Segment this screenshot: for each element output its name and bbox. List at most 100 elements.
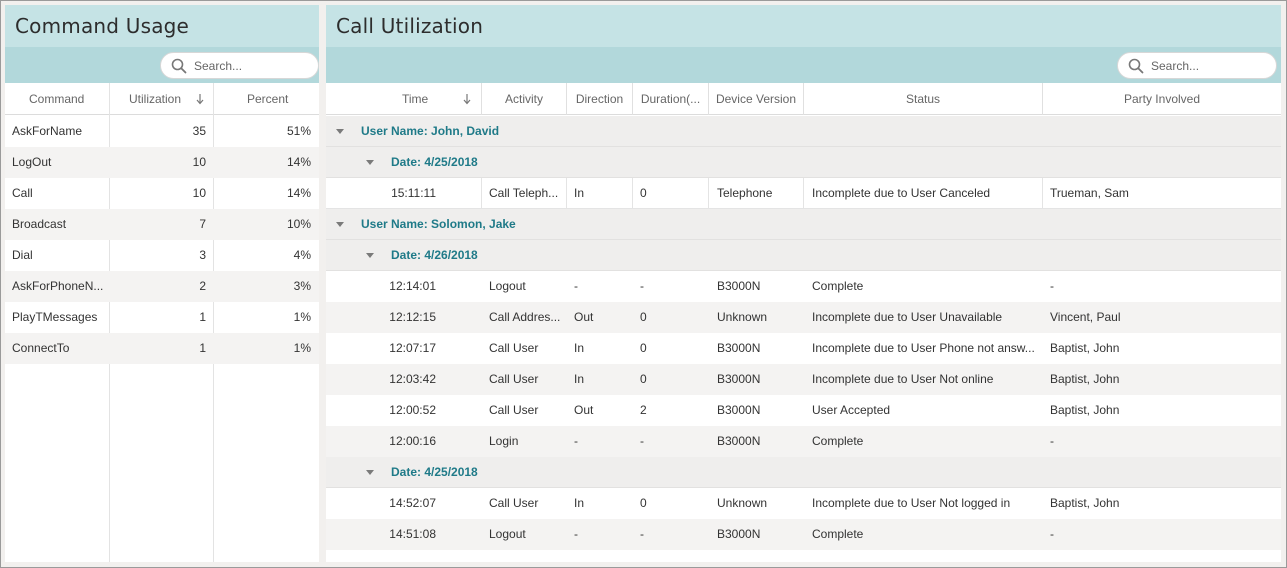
device-version-cell: B3000N bbox=[717, 527, 761, 541]
status-cell: Incomplete due to User Not online bbox=[812, 372, 994, 386]
call-utilization-search-input[interactable] bbox=[1151, 57, 1261, 75]
table-row[interactable]: AskForName 35 51% bbox=[5, 116, 319, 147]
table-row[interactable]: 14:52:07 Call User In 0 Unknown Incomplete du… bbox=[326, 488, 1281, 519]
command-cell: PlayTMessages bbox=[12, 310, 98, 324]
activity-cell: Login bbox=[489, 434, 519, 448]
column-header-command[interactable]: Command bbox=[29, 83, 84, 115]
duration-cell: 0 bbox=[640, 186, 647, 200]
table-row[interactable]: 15:11:11 Call Teleph... In 0 Telephone Incomp… bbox=[326, 178, 1281, 209]
direction-cell: - bbox=[574, 279, 578, 293]
percent-cell: 10% bbox=[286, 217, 311, 231]
time-cell: 15:11:11 bbox=[391, 186, 436, 200]
user-group-row[interactable]: User Name: John, David bbox=[326, 116, 1281, 147]
table-row[interactable]: 12:03:42 Call User In 0 B3000N Incomplete due… bbox=[326, 364, 1281, 395]
status-cell: Complete bbox=[812, 434, 864, 448]
party-involved-cell: Baptist, John bbox=[1050, 372, 1120, 386]
column-header-duration[interactable]: Duration(... bbox=[633, 83, 708, 115]
table-row[interactable]: 12:14:01 Logout - - B3000N Complete - bbox=[326, 271, 1281, 302]
utilization-cell: 10 bbox=[192, 155, 206, 169]
activity-cell: Call Addres... bbox=[489, 310, 561, 324]
command-cell: LogOut bbox=[12, 155, 52, 169]
sort-descending-icon[interactable] bbox=[462, 93, 472, 105]
collapse-caret-icon[interactable] bbox=[366, 470, 374, 475]
column-header-party-involved[interactable]: Party Involved bbox=[1043, 83, 1281, 115]
command-usage-panel: Command Usage Command Utilization Percen… bbox=[5, 5, 319, 562]
utilization-cell: 7 bbox=[199, 217, 206, 231]
time-cell: 12:12:15 bbox=[389, 310, 436, 324]
device-version-cell: B3000N bbox=[717, 403, 761, 417]
date-group-row-label: Date: 4/25/2018 bbox=[391, 465, 478, 479]
table-row[interactable]: PlayTMessages 1 1% bbox=[5, 302, 319, 333]
utilization-cell: 1 bbox=[199, 310, 206, 324]
column-header-activity[interactable]: Activity bbox=[482, 83, 566, 115]
device-version-cell: Unknown bbox=[717, 496, 768, 510]
duration-cell: 2 bbox=[640, 403, 647, 417]
table-row[interactable]: 12:00:52 Call User Out 2 B3000N User Accepted… bbox=[326, 395, 1281, 426]
table-row[interactable]: 14:51:08 Logout - - B3000N Complete - bbox=[326, 519, 1281, 550]
party-involved-cell: Baptist, John bbox=[1050, 341, 1120, 355]
command-usage-header: Command Utilization Percent bbox=[5, 83, 319, 115]
device-version-cell: B3000N bbox=[717, 341, 761, 355]
device-version-cell: B3000N bbox=[717, 279, 761, 293]
percent-cell: 4% bbox=[293, 248, 311, 262]
column-header-status[interactable]: Status bbox=[804, 83, 1042, 115]
call-utilization-search-box[interactable] bbox=[1117, 52, 1277, 79]
date-group-row[interactable]: Date: 4/25/2018 bbox=[326, 457, 1281, 488]
activity-cell: Call User bbox=[489, 496, 539, 510]
search-icon bbox=[1128, 58, 1144, 74]
column-header-device-version[interactable]: Device Version bbox=[709, 83, 803, 115]
collapse-caret-icon[interactable] bbox=[336, 222, 344, 227]
direction-cell: In bbox=[574, 186, 585, 200]
direction-cell: In bbox=[574, 372, 585, 386]
party-involved-cell: - bbox=[1050, 527, 1054, 541]
status-cell: Complete bbox=[812, 527, 864, 541]
sort-descending-icon[interactable] bbox=[195, 93, 205, 105]
collapse-caret-icon[interactable] bbox=[366, 253, 374, 258]
table-row[interactable]: 12:07:17 Call User In 0 B3000N Incomplete due… bbox=[326, 333, 1281, 364]
direction-cell: Out bbox=[574, 310, 594, 324]
date-group-row-label: Date: 4/25/2018 bbox=[391, 155, 478, 169]
table-row[interactable]: Dial 3 4% bbox=[5, 240, 319, 271]
table-row[interactable]: Call 10 14% bbox=[5, 178, 319, 209]
percent-cell: 14% bbox=[286, 186, 311, 200]
status-cell: Incomplete due to User Phone not answ... bbox=[812, 341, 1035, 355]
party-involved-cell: - bbox=[1050, 279, 1054, 293]
party-involved-cell: Baptist, John bbox=[1050, 403, 1120, 417]
command-usage-search-input[interactable] bbox=[194, 57, 304, 75]
party-involved-cell: - bbox=[1050, 434, 1054, 448]
table-row[interactable]: AskForPhoneN... 2 3% bbox=[5, 271, 319, 302]
command-cell: Call bbox=[12, 186, 33, 200]
column-header-direction[interactable]: Direction bbox=[567, 83, 632, 115]
utilization-cell: 2 bbox=[199, 279, 206, 293]
direction-cell: - bbox=[574, 527, 578, 541]
collapse-caret-icon[interactable] bbox=[336, 129, 344, 134]
date-group-row[interactable]: Date: 4/26/2018 bbox=[326, 240, 1281, 271]
command-cell: AskForPhoneN... bbox=[12, 279, 104, 293]
table-row[interactable]: 12:00:16 Login - - B3000N Complete - bbox=[326, 426, 1281, 457]
column-header-percent[interactable]: Percent bbox=[247, 83, 288, 115]
table-row[interactable]: 12:12:15 Call Addres... Out 0 Unknown Incompl… bbox=[326, 302, 1281, 333]
percent-cell: 1% bbox=[293, 310, 311, 324]
status-cell: User Accepted bbox=[812, 403, 891, 417]
time-cell: 12:14:01 bbox=[389, 279, 436, 293]
time-cell: 12:00:16 bbox=[389, 434, 436, 448]
command-usage-search-box[interactable] bbox=[160, 52, 319, 79]
activity-cell: Call User bbox=[489, 341, 539, 355]
activity-cell: Call User bbox=[489, 403, 539, 417]
status-cell: Incomplete due to User Not logged in bbox=[812, 496, 1011, 510]
command-cell: ConnectTo bbox=[12, 341, 70, 355]
column-header-utilization[interactable]: Utilization bbox=[129, 83, 181, 115]
command-cell: AskForName bbox=[12, 124, 83, 138]
table-row[interactable]: Broadcast 7 10% bbox=[5, 209, 319, 240]
collapse-caret-icon[interactable] bbox=[366, 160, 374, 165]
table-row[interactable]: ConnectTo 1 1% bbox=[5, 333, 319, 364]
command-cell: Dial bbox=[12, 248, 33, 262]
user-group-row[interactable]: User Name: Solomon, Jake bbox=[326, 209, 1281, 240]
time-cell: 14:51:08 bbox=[389, 527, 436, 541]
table-row[interactable]: LogOut 10 14% bbox=[5, 147, 319, 178]
duration-cell: - bbox=[640, 527, 644, 541]
direction-cell: In bbox=[574, 341, 585, 355]
activity-cell: Call User bbox=[489, 372, 539, 386]
column-header-time[interactable]: Time bbox=[402, 83, 452, 115]
date-group-row[interactable]: Date: 4/25/2018 bbox=[326, 147, 1281, 178]
